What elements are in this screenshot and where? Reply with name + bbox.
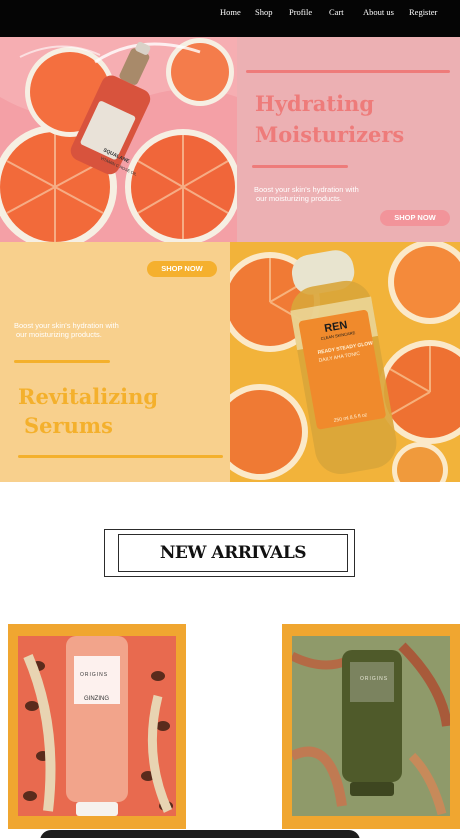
moisturizer-title-line1: Hydrating: [255, 91, 375, 116]
bottom-overlay-bar: [40, 830, 360, 838]
moisturizer-title-underline: [252, 165, 348, 168]
moisturizer-shop-now-button[interactable]: SHOP NOW: [380, 210, 450, 226]
serum-title-overline: [14, 360, 110, 363]
nav-link-profile[interactable]: Profile: [289, 7, 312, 17]
grapefruit-oil-photo: SQUALANE VITAMIN C ROSE OIL: [0, 37, 237, 242]
nav-link-register[interactable]: Register: [409, 7, 437, 17]
nav-link-about-us[interactable]: About us: [363, 7, 394, 17]
serum-description-line2: our moisturizing products.: [16, 330, 102, 339]
product-card-2[interactable]: ORIGINS: [282, 624, 460, 829]
product-image-2: ORIGINS: [292, 636, 450, 816]
product-1-name: GINZING: [84, 696, 109, 702]
new-arrivals-heading: NEW ARRIVALS: [118, 534, 348, 572]
top-nav-bar: Home Shop Profile Cart About us Register: [0, 0, 460, 37]
grapefruit-toner-photo: REN CLEAN SKINCARE READY STEADY GLOW DAI…: [230, 242, 460, 482]
nav-link-shop[interactable]: Shop: [255, 7, 272, 17]
moisturizer-hero-image: SQUALANE VITAMIN C ROSE OIL: [0, 37, 237, 242]
product-card-1[interactable]: ORIGINS GINZING: [8, 624, 186, 829]
nav-link-home[interactable]: Home: [220, 7, 241, 17]
product-image-1: ORIGINS GINZING: [18, 636, 176, 816]
serum-title-line1: Revitalizing: [18, 384, 159, 409]
product-1-brand: ORIGINS: [80, 672, 109, 678]
product-2-brand: ORIGINS: [360, 676, 389, 682]
moisturizer-title-line2: Moisturizers: [255, 122, 405, 147]
serum-bottom-divider: [18, 455, 223, 458]
moisturizer-description-line2: our moisturizing products.: [256, 194, 342, 203]
serum-title-line2: Serums: [24, 413, 113, 438]
serum-shop-now-button[interactable]: SHOP NOW: [147, 261, 217, 277]
serum-hero-image: REN CLEAN SKINCARE READY STEADY GLOW DAI…: [230, 242, 460, 482]
moisturizer-top-divider: [246, 70, 450, 73]
nav-link-cart[interactable]: Cart: [329, 7, 344, 17]
